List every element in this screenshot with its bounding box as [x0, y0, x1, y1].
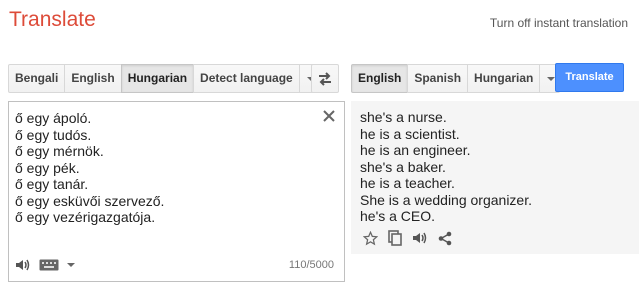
source-line: ő egy pék.	[15, 159, 80, 176]
target-lang-hungarian[interactable]: Hungarian	[467, 64, 541, 93]
character-count: 110/5000	[288, 259, 334, 271]
star-icon[interactable]	[363, 230, 378, 246]
copy-icon[interactable]	[388, 230, 402, 246]
output-line: he is a teacher.	[360, 175, 455, 191]
translate-button[interactable]: Translate	[555, 63, 624, 92]
swap-arrows-icon	[317, 71, 333, 86]
source-line: ő egy tanár.	[15, 176, 89, 192]
target-lang-spanish[interactable]: Spanish	[407, 64, 469, 93]
keyboard-icon[interactable]	[39, 259, 59, 271]
output-toolbar	[363, 230, 452, 246]
share-icon[interactable]	[438, 231, 452, 246]
translation-output: she's a nurse. he is a scientist. he is …	[351, 101, 639, 254]
source-toolbar	[15, 258, 75, 272]
close-icon[interactable]	[322, 109, 336, 123]
source-lang-english[interactable]: English	[64, 64, 122, 93]
swap-languages-button[interactable]	[311, 64, 339, 93]
source-line: ő egy ápoló.	[15, 110, 92, 126]
output-line: he is an engineer.	[360, 142, 471, 158]
speaker-icon[interactable]	[412, 231, 428, 245]
output-line: she's a baker.	[360, 158, 446, 175]
source-lang-bengali[interactable]: Bengali	[8, 64, 66, 93]
output-line: he's a CEO.	[360, 208, 436, 224]
translation-text: she's a nurse. he is a scientist. he is …	[360, 109, 532, 225]
speaker-icon[interactable]	[15, 258, 31, 272]
source-line: ő egy vezérigazgatója.	[15, 209, 156, 225]
target-lang-english[interactable]: English	[351, 64, 409, 93]
chevron-down-icon[interactable]	[67, 262, 75, 268]
instant-translation-toggle-link[interactable]: Turn off instant translation	[490, 16, 628, 30]
source-lang-detect[interactable]: Detect language	[193, 64, 300, 93]
source-lang-hungarian[interactable]: Hungarian	[120, 64, 195, 93]
output-line: he is a scientist.	[360, 125, 460, 142]
source-language-bar: Bengali English Hungarian Detect languag…	[8, 64, 320, 93]
target-language-bar: English Spanish Hungarian	[351, 64, 561, 93]
source-line: ő egy mérnök.	[15, 143, 104, 159]
source-line: ő egy esküvői szervező.	[15, 192, 165, 209]
output-line: she's a nurse.	[360, 109, 447, 125]
source-text: ő egy ápoló. ő egy tudós. ő egy mérnök. …	[15, 110, 164, 226]
output-line: She is a wedding organizer.	[360, 191, 532, 208]
source-text-area[interactable]: ő egy ápoló. ő egy tudós. ő egy mérnök. …	[8, 101, 345, 282]
source-line: ő egy tudós.	[15, 126, 92, 143]
page-title: Translate	[9, 8, 96, 31]
